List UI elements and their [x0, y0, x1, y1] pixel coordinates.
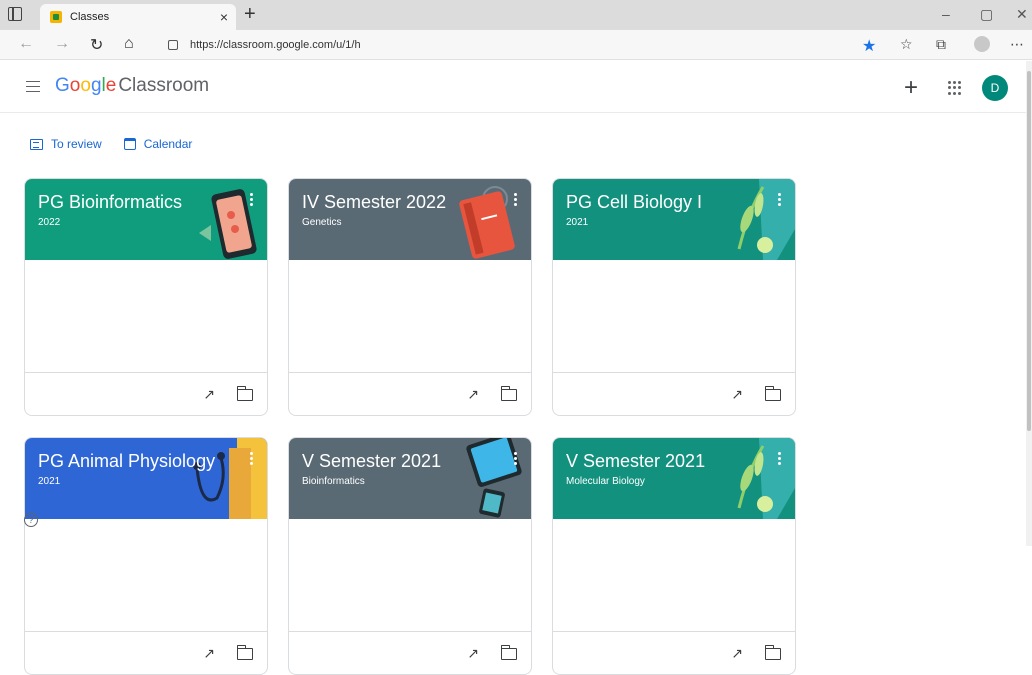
class-card[interactable]: PG Cell Biology I 2021 ↗: [552, 178, 796, 416]
class-options-icon[interactable]: [514, 452, 517, 465]
calendar-label: Calendar: [143, 137, 193, 151]
scrollbar-thumb[interactable]: [1027, 71, 1031, 431]
class-card-footer: ↗: [25, 372, 267, 415]
class-card[interactable]: V Semester 2021 Bioinformatics ↗: [288, 437, 532, 675]
class-options-icon[interactable]: [250, 193, 253, 206]
to-review-label: To review: [51, 137, 102, 151]
class-card[interactable]: V Semester 2021 Molecular Biology ↗: [552, 437, 796, 675]
help-icon[interactable]: ?: [24, 513, 38, 527]
class-card[interactable]: IV Semester 2022 Genetics ↗: [288, 178, 532, 416]
collections-icon[interactable]: ⧉: [936, 36, 946, 53]
class-title[interactable]: PG Cell Biology I: [566, 192, 702, 213]
class-title[interactable]: V Semester 2021: [566, 451, 705, 472]
main-menu-icon[interactable]: [26, 81, 40, 92]
browser-profile-icon[interactable]: [974, 36, 990, 52]
address-bar-row: ← → ↻ ⌂ https://classroom.google.com/u/1…: [0, 30, 1032, 60]
tab-actions-icon[interactable]: [8, 7, 22, 21]
favorite-star-icon[interactable]: ★: [862, 36, 876, 56]
open-gradebook-icon[interactable]: ↗: [467, 386, 479, 403]
phone-illustration-icon: [199, 189, 257, 259]
url-text: https://classroom.google.com/u/1/h: [190, 39, 361, 51]
open-gradebook-icon[interactable]: ↗: [203, 645, 215, 662]
lock-icon: [168, 40, 178, 50]
class-section: 2021: [38, 476, 61, 487]
class-card-footer: ↗: [553, 372, 795, 415]
class-section: Molecular Biology: [566, 476, 645, 487]
refresh-icon[interactable]: ↻: [90, 35, 103, 55]
class-title[interactable]: PG Bioinformatics: [38, 192, 182, 213]
favorites-icon[interactable]: ☆: [900, 36, 913, 53]
close-window-button[interactable]: ✕: [1016, 6, 1028, 23]
class-card-footer: ↗: [25, 631, 267, 674]
open-gradebook-icon[interactable]: ↗: [467, 645, 479, 662]
open-gradebook-icon[interactable]: ↗: [731, 645, 743, 662]
class-card-banner[interactable]: V Semester 2021 Bioinformatics: [289, 438, 531, 519]
class-subnav: To review Calendar: [30, 137, 192, 151]
class-options-icon[interactable]: [778, 193, 781, 206]
tablet-illustration-icon: [466, 438, 522, 518]
open-folder-icon[interactable]: [764, 645, 781, 660]
minimize-button[interactable]: –: [942, 6, 950, 22]
class-card-banner[interactable]: IV Semester 2022 Genetics: [289, 179, 531, 260]
class-card[interactable]: PG Bioinformatics 2022 ↗: [24, 178, 268, 416]
class-card-banner[interactable]: V Semester 2021 Molecular Biology: [553, 438, 795, 519]
classroom-favicon-icon: [50, 11, 62, 23]
calendar-link[interactable]: Calendar: [123, 137, 193, 151]
google-apps-icon[interactable]: [948, 81, 962, 95]
review-icon: [30, 138, 43, 150]
class-options-icon[interactable]: [250, 452, 253, 465]
classroom-wordmark: Classroom: [118, 75, 210, 96]
browser-tab-strip: Classes × + – ▢ ✕: [0, 0, 1032, 30]
open-gradebook-icon[interactable]: ↗: [203, 386, 215, 403]
class-section: 2021: [566, 217, 589, 228]
class-options-icon[interactable]: [778, 452, 781, 465]
tab-close-icon[interactable]: ×: [220, 9, 228, 25]
class-card[interactable]: PG Animal Physiology 2021 ↗: [24, 437, 268, 675]
open-folder-icon[interactable]: [236, 645, 253, 660]
class-section: 2022: [38, 217, 61, 228]
url-field[interactable]: https://classroom.google.com/u/1/h: [160, 34, 880, 56]
class-section: Genetics: [302, 217, 342, 228]
plant-illustration-icon: [737, 438, 795, 519]
account-avatar[interactable]: D: [982, 75, 1008, 101]
class-card-banner[interactable]: PG Cell Biology I 2021: [553, 179, 795, 260]
class-card-footer: ↗: [289, 631, 531, 674]
page-scrollbar[interactable]: [1026, 61, 1032, 546]
to-review-link[interactable]: To review: [30, 137, 102, 151]
maximize-button[interactable]: ▢: [980, 6, 993, 23]
more-menu-icon[interactable]: ⋯: [1010, 36, 1024, 53]
back-icon[interactable]: ←: [18, 35, 34, 53]
class-title[interactable]: V Semester 2021: [302, 451, 441, 472]
home-icon[interactable]: ⌂: [124, 35, 134, 53]
open-folder-icon[interactable]: [236, 386, 253, 401]
class-card-banner[interactable]: PG Bioinformatics 2022: [25, 179, 267, 260]
calendar-icon: [123, 138, 136, 150]
class-options-icon[interactable]: [514, 193, 517, 206]
class-card-banner[interactable]: PG Animal Physiology 2021: [25, 438, 267, 519]
app-header: Google Classroom + D: [0, 61, 1026, 113]
plant-illustration-icon: [737, 179, 795, 260]
new-tab-button[interactable]: +: [244, 3, 256, 25]
google-wordmark: Google: [55, 75, 117, 96]
open-folder-icon[interactable]: [764, 386, 781, 401]
class-card-footer: ↗: [553, 631, 795, 674]
google-classroom-logo[interactable]: Google Classroom: [55, 75, 209, 97]
class-section: Bioinformatics: [302, 476, 365, 487]
open-folder-icon[interactable]: [500, 386, 517, 401]
class-title[interactable]: PG Animal Physiology: [38, 451, 215, 472]
class-card-footer: ↗: [289, 372, 531, 415]
tab-title: Classes: [70, 11, 110, 23]
open-folder-icon[interactable]: [500, 645, 517, 660]
create-join-button[interactable]: +: [904, 74, 918, 102]
forward-icon[interactable]: →: [54, 35, 70, 53]
open-gradebook-icon[interactable]: ↗: [731, 386, 743, 403]
class-title[interactable]: IV Semester 2022: [302, 192, 446, 213]
browser-tab[interactable]: Classes ×: [40, 4, 236, 30]
